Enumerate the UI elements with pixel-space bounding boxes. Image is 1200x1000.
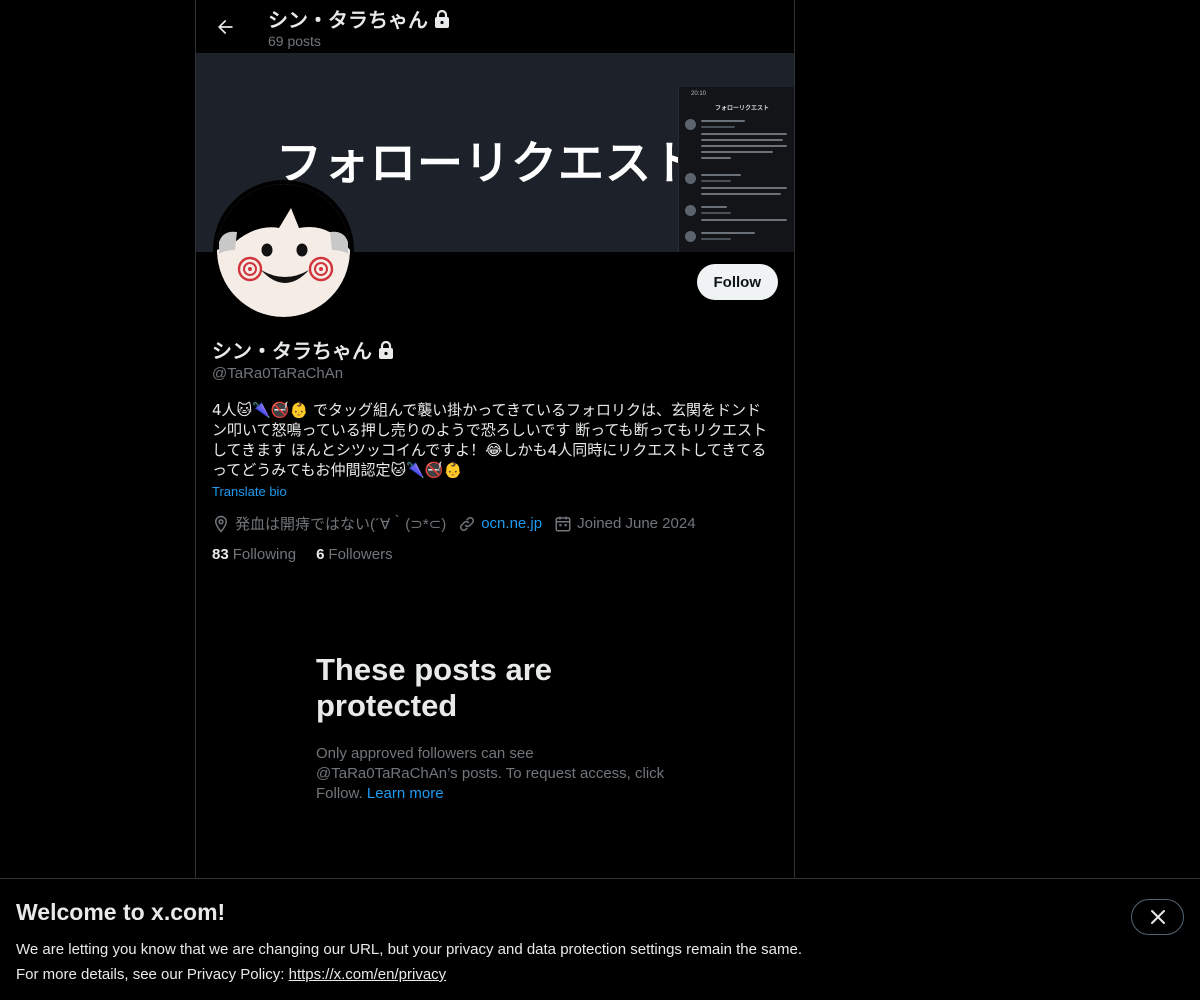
profile-bio: 4人🐱🌂🚭👶 でタッグ組んで襲い掛かってきているフォロリクは、玄関をドンドン叩い…: [212, 401, 768, 479]
profile-handle: @TaRa0TaRaChAn: [212, 365, 344, 382]
posts-count: 69 posts: [268, 33, 321, 49]
back-arrow-icon: [218, 19, 233, 35]
banner-phone-time: 20:10: [691, 91, 707, 97]
follow-stats: 83 Following 6 Followers: [212, 546, 413, 563]
joined-text: Joined June 2024: [577, 515, 696, 532]
following-label: Following: [232, 546, 297, 563]
privacy-policy-link[interactable]: https://x.com/en/privacy: [289, 966, 447, 983]
lock-icon: [379, 340, 393, 359]
followers-label: Followers: [328, 546, 393, 563]
profile-column: シン・タラちゃん 69 posts フォローリクエスト 20:10 フォローリク…: [195, 0, 795, 1000]
joined-item: Joined June 2024: [554, 515, 696, 533]
close-icon: [1150, 910, 1165, 924]
lock-icon: [435, 9, 449, 28]
profile-name: シン・タラちゃん: [212, 335, 394, 364]
website-item: ocn.ne.jp: [458, 515, 542, 533]
link-icon: [460, 516, 475, 531]
close-button[interactable]: [1131, 899, 1184, 935]
welcome-line-2-prefix: For more details, see our Privacy Policy…: [16, 966, 285, 983]
following-link[interactable]: 83 Following: [212, 546, 296, 563]
banner-phone-heading: フォローリクエスト: [715, 106, 770, 112]
back-button[interactable]: [208, 10, 242, 44]
header-name: シン・タラちゃん: [268, 10, 428, 32]
learn-more-link[interactable]: Learn more: [367, 785, 444, 802]
profile-meta: 発血は開痔ではない(´∀｀(⊃*⊂) ocn.ne.jp Joined June…: [212, 513, 708, 534]
location-text: 発血は開痔ではない(´∀｀(⊃*⊂): [235, 516, 447, 533]
protected-notice: These posts are protected Only approved …: [316, 652, 676, 804]
banner-title: フォローリクエスト: [276, 136, 699, 190]
welcome-line-1: We are letting you know that we are chan…: [16, 941, 802, 958]
welcome-text: We are letting you know that we are chan…: [16, 937, 802, 987]
followers-link[interactable]: 6 Followers: [316, 546, 393, 563]
followers-count: 6: [316, 546, 325, 563]
calendar-icon: [555, 516, 571, 531]
avatar-image: [217, 184, 350, 317]
website-link[interactable]: ocn.ne.jp: [481, 515, 542, 532]
avatar[interactable]: [213, 180, 354, 321]
location-icon: [214, 515, 228, 533]
banner-phone-screenshot: 20:10 フォローリクエスト: [678, 87, 794, 252]
welcome-banner: Welcome to x.com! We are letting you kno…: [0, 878, 1200, 1000]
following-count: 83: [212, 546, 229, 563]
protected-text: Only approved followers can see @TaRa0Ta…: [316, 744, 676, 804]
location-item: 発血は開痔ではない(´∀｀(⊃*⊂): [212, 513, 446, 534]
header-title: シン・タラちゃん: [268, 4, 450, 33]
profile-display-name: シン・タラちゃん: [212, 341, 372, 363]
top-bar: シン・タラちゃん 69 posts: [196, 0, 794, 53]
welcome-line-2: For more details, see our Privacy Policy…: [16, 962, 802, 987]
follow-button[interactable]: Follow: [696, 264, 778, 300]
protected-title: These posts are protected: [316, 652, 553, 723]
translate-bio-link[interactable]: Translate bio: [212, 484, 287, 499]
welcome-title: Welcome to x.com!: [16, 899, 226, 925]
